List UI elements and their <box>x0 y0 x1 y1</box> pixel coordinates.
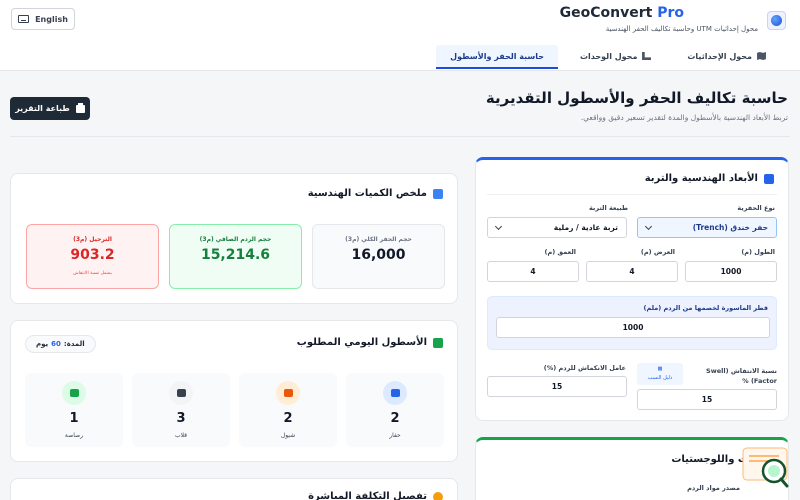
page-title: حاسبة تكاليف الحفر والأسطول التقديرية <box>485 89 788 107</box>
coin-icon <box>433 491 443 500</box>
shrinkage-label: عامل الانكماش للردم (%) <box>543 364 626 372</box>
cube-icon <box>764 173 774 184</box>
daily-fleet-card: الأسطول اليومي المطلوب المدة: 60 يوم 2 ح… <box>10 320 458 462</box>
main-tabs: محول الإحداثيات محول الوحدات حاسبة الحفر… <box>436 45 780 69</box>
ruler-icon <box>642 52 652 60</box>
truck-header-icon <box>433 337 443 348</box>
shrinkage-input[interactable]: 15 <box>487 376 627 397</box>
loader-icon <box>276 381 300 405</box>
chevron-down-icon <box>494 222 503 230</box>
dimensions-soil-card: الأبعاد الهندسية والتربة نوع الحفرية حفر… <box>475 157 789 421</box>
chevron-down-icon <box>644 222 653 230</box>
tab-units[interactable]: محول الوحدات <box>566 45 665 69</box>
width-input[interactable]: 4 <box>586 261 678 282</box>
search-help-icon[interactable] <box>741 446 789 494</box>
ratios-guide-button[interactable]: ▩ دليل النسب <box>637 363 683 385</box>
direct-cost-card: تفصيل التكلفة المباشرة <box>10 478 458 500</box>
brand-title: GeoConvert Pro <box>559 5 684 21</box>
depth-input[interactable]: 4 <box>487 261 579 282</box>
excavation-type-select[interactable]: حفر خندق (Trench) <box>637 217 777 238</box>
length-input[interactable]: 1000 <box>685 261 777 282</box>
truck-icon <box>169 381 193 405</box>
swell-factor-input[interactable]: 15 <box>637 389 777 410</box>
soil-type-select[interactable]: تربة عادية / رملية <box>487 217 627 238</box>
soil-type-label: طبيعة التربة <box>588 204 628 212</box>
excavation-type-label: نوع الحفرية <box>737 204 775 212</box>
dimensions-title: الأبعاد الهندسية والتربة <box>645 173 774 184</box>
globe-logo-icon <box>767 11 786 30</box>
language-label: English <box>35 14 68 24</box>
total-excavation-box: حجم الحفر الكلي (م3) 16,000 <box>312 224 445 289</box>
keyboard-icon <box>18 15 30 23</box>
info-icon: ▩ <box>657 366 663 372</box>
fleet-item-truck: 3 قلاب <box>132 373 230 447</box>
pipe-diameter-panel: قطر الماسورة لخصمها من الردم (ملم) 1000 <box>487 296 777 350</box>
tab-excavation[interactable]: حاسبة الحفر والأسطول <box>436 45 558 69</box>
net-fill-box: حجم الردم الصافي (م3) 15,214.6 <box>169 224 302 289</box>
width-label: العرض (م) <box>640 248 675 256</box>
duration-badge: المدة: 60 يوم <box>25 335 96 353</box>
printer-icon <box>75 102 85 113</box>
fleet-item-excavator: 2 حفار <box>346 373 444 447</box>
cost-title: تفصيل التكلفة المباشرة <box>308 491 443 500</box>
page-description: تربط الأبعاد الهندسية بالأسطول والمدة لت… <box>580 113 788 122</box>
length-label: الطول (م) <box>741 248 775 256</box>
haulage-box: الترحيل (م3) 903.2 يشمل نسبة الانتفاش <box>26 224 159 289</box>
tab-coordinates[interactable]: محول الإحداثيات <box>673 45 780 69</box>
app-header: English GeoConvert Pro محول إحداثيات UTM… <box>0 0 800 71</box>
card-divider <box>487 194 777 195</box>
swell-factor-label: نسبة الانتفاش (Swell Factor) % <box>706 367 777 385</box>
fleet-item-roller: 1 رصاصة <box>25 373 123 447</box>
pipe-diameter-label: قطر الماسورة لخصمها من الردم (ملم) <box>643 304 768 312</box>
roller-icon <box>62 381 86 405</box>
language-button[interactable]: English <box>11 8 75 30</box>
bucket-icon <box>383 381 407 405</box>
fill-source-label: مصدر مواد الردم <box>687 484 740 492</box>
map-icon <box>757 52 766 60</box>
quantities-summary-card: ملخص الكميات الهندسية حجم الحفر الكلي (م… <box>10 173 458 304</box>
divider <box>10 136 790 137</box>
fleet-item-loader: 2 شيول <box>239 373 337 447</box>
brand-subtitle: محول إحداثيات UTM وحاسبة تكاليف الحفر ال… <box>605 25 758 33</box>
fleet-title: الأسطول اليومي المطلوب <box>297 337 443 348</box>
summary-title: ملخص الكميات الهندسية <box>308 188 443 199</box>
pipe-diameter-input[interactable]: 1000 <box>496 317 770 338</box>
depth-label: العمق (م) <box>544 248 576 256</box>
calculator-icon <box>433 188 443 199</box>
print-report-button[interactable]: طباعة التقرير <box>10 97 90 120</box>
